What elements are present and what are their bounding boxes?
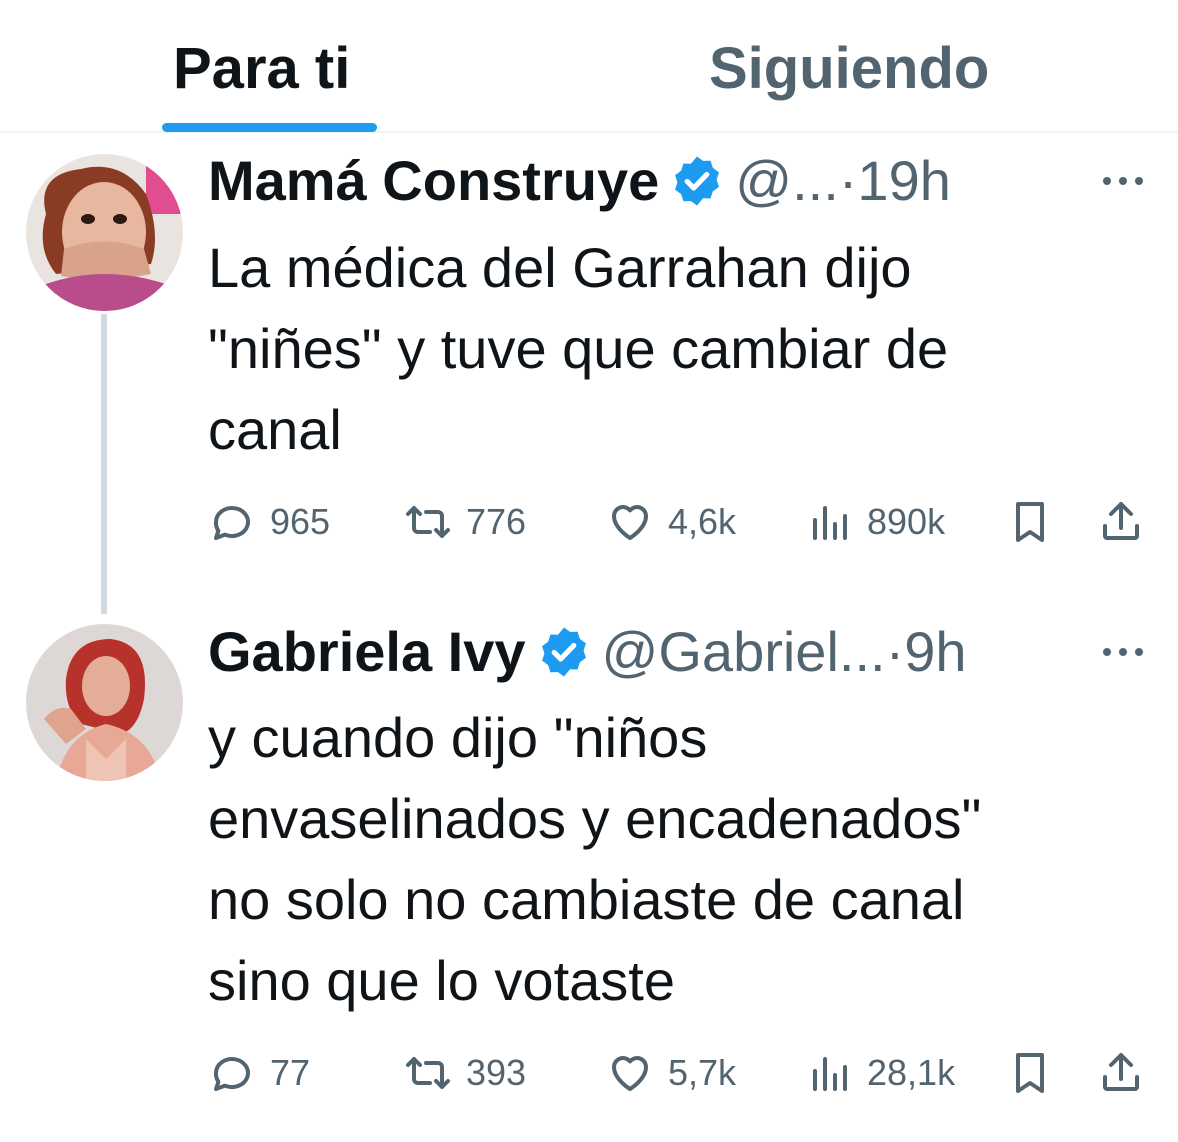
share-icon [1103, 1053, 1139, 1091]
views-button[interactable]: 28,1k [805, 1043, 955, 1103]
thread-connector-line [101, 314, 107, 614]
views-count: 28,1k [867, 1052, 956, 1093]
tweet-header: Gabriela Ivy @Gabriel... · 9h [208, 617, 967, 687]
tweet-actions: 77 393 5,7k 28,1k [0, 1043, 1178, 1103]
bookmark-button[interactable] [1006, 1043, 1054, 1103]
author-name[interactable]: Gabriela Ivy [208, 617, 526, 687]
timestamp[interactable]: 9h [904, 617, 966, 687]
timeline-tabs: Para ti Siguiendo [0, 0, 1178, 133]
like-button[interactable]: 5,7k [606, 1043, 736, 1103]
speech-bubble-icon [213, 506, 250, 540]
tweet-text: y cuando dijo "niños envaselinados y enc… [208, 706, 982, 1012]
verified-badge-icon [675, 156, 720, 206]
retweet-count: 393 [466, 1052, 527, 1093]
like-count: 4,6k [668, 501, 737, 542]
bar-chart-icon [813, 506, 847, 540]
like-count: 5,7k [668, 1052, 737, 1093]
retweet-icon [406, 1057, 450, 1089]
bookmark-icon [1016, 1053, 1044, 1093]
avatar-image [26, 154, 183, 311]
share-button[interactable] [1097, 492, 1145, 552]
tab-para-ti[interactable]: Para ti [173, 34, 350, 104]
active-tab-indicator [162, 123, 377, 132]
author-name[interactable]: Mamá Construye [208, 146, 659, 216]
bookmark-icon [1016, 502, 1044, 542]
tweet-actions: 965 776 4,6k 890k [0, 492, 1178, 552]
avatar-image [26, 624, 183, 781]
retweet-button[interactable]: 393 [404, 1043, 526, 1103]
author-handle[interactable]: @Gabriel... [602, 617, 886, 687]
like-button[interactable]: 4,6k [606, 492, 736, 552]
views-count: 890k [867, 501, 946, 542]
retweet-icon [406, 506, 450, 538]
bar-chart-icon [813, 1057, 847, 1091]
reply-button[interactable]: 965 [208, 492, 330, 552]
tab-siguiendo[interactable]: Siguiendo [709, 34, 989, 104]
share-button[interactable] [1097, 1043, 1145, 1103]
retweet-count: 776 [466, 501, 527, 542]
author-handle[interactable]: @... [735, 146, 839, 216]
separator-dot: · [838, 149, 858, 212]
reply-button[interactable]: 77 [208, 1043, 310, 1103]
avatar[interactable] [26, 154, 183, 311]
heart-icon [612, 1056, 648, 1091]
heart-icon [612, 505, 648, 540]
speech-bubble-icon [213, 1057, 250, 1091]
bookmark-button[interactable] [1006, 492, 1054, 552]
separator-dot: · [885, 620, 905, 683]
tweet-header: Mamá Construye @... · 19h [208, 146, 951, 216]
share-icon [1103, 502, 1139, 540]
more-dots-icon[interactable] [1098, 166, 1148, 196]
retweet-button[interactable]: 776 [404, 492, 526, 552]
reply-count: 965 [270, 501, 331, 542]
avatar[interactable] [26, 624, 183, 781]
tweet-text: La médica del Garrahan dijo "niñes" y tu… [208, 236, 949, 461]
reply-count: 77 [270, 1052, 311, 1093]
verified-badge-icon [541, 627, 586, 677]
views-button[interactable]: 890k [805, 492, 945, 552]
timestamp[interactable]: 19h [857, 146, 950, 216]
more-dots-icon[interactable] [1098, 637, 1148, 667]
